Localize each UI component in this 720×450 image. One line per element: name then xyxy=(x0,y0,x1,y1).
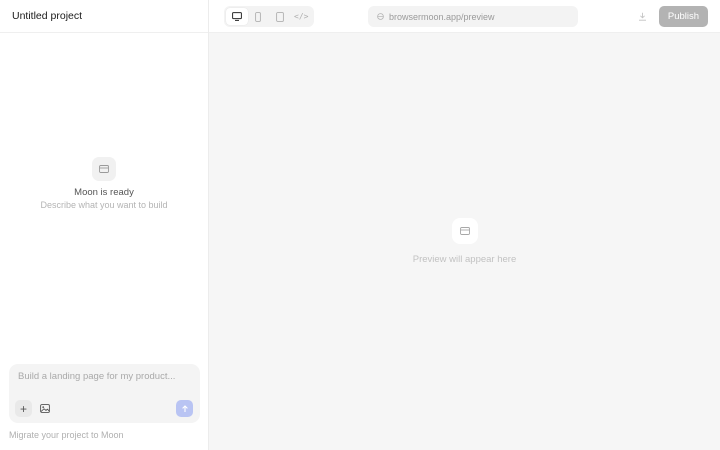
send-button[interactable] xyxy=(176,400,193,417)
preview-panel: </> browsermoon.app/preview Publish Prev… xyxy=(209,0,720,450)
empty-state-title: Moon is ready xyxy=(74,187,134,198)
migrate-link[interactable]: Migrate your project to Moon xyxy=(9,430,124,440)
card-icon xyxy=(451,218,478,244)
preview-placeholder-text: Preview will appear here xyxy=(412,254,517,265)
monitor-icon xyxy=(231,12,242,21)
prompt-composer: + xyxy=(9,364,200,423)
code-view-button[interactable]: </> xyxy=(291,8,313,25)
code-icon: </> xyxy=(294,12,309,21)
chat-empty-state: Moon is ready Describe what you want to … xyxy=(0,157,208,210)
device-switcher: </> xyxy=(224,6,314,27)
mobile-view-button[interactable] xyxy=(248,8,270,25)
download-icon xyxy=(639,12,646,21)
globe-icon xyxy=(377,13,384,20)
download-button[interactable] xyxy=(635,9,650,24)
preview-empty-state: Preview will appear here xyxy=(209,218,720,265)
empty-state-subtitle: Describe what you want to build xyxy=(40,200,168,210)
preview-toolbar: </> browsermoon.app/preview Publish xyxy=(209,0,720,33)
card-icon xyxy=(92,157,116,181)
arrow-up-icon xyxy=(181,404,188,412)
tablet-icon xyxy=(275,11,284,22)
tablet-view-button[interactable] xyxy=(269,8,291,25)
project-title[interactable]: Untitled project xyxy=(12,10,82,22)
url-text: browsermoon.app/preview xyxy=(389,11,495,22)
chat-header: Untitled project xyxy=(0,0,208,33)
phone-icon xyxy=(255,11,262,22)
prompt-input[interactable] xyxy=(18,371,188,382)
add-attachment-button[interactable]: + xyxy=(15,400,32,417)
add-image-button[interactable] xyxy=(36,400,53,417)
plus-icon: + xyxy=(19,401,27,416)
url-bar[interactable]: browsermoon.app/preview xyxy=(368,6,578,27)
publish-button[interactable]: Publish xyxy=(659,6,708,27)
desktop-view-button[interactable] xyxy=(226,8,248,25)
image-icon xyxy=(39,404,50,413)
chat-panel: Untitled project Moon is ready Describe … xyxy=(0,0,209,450)
